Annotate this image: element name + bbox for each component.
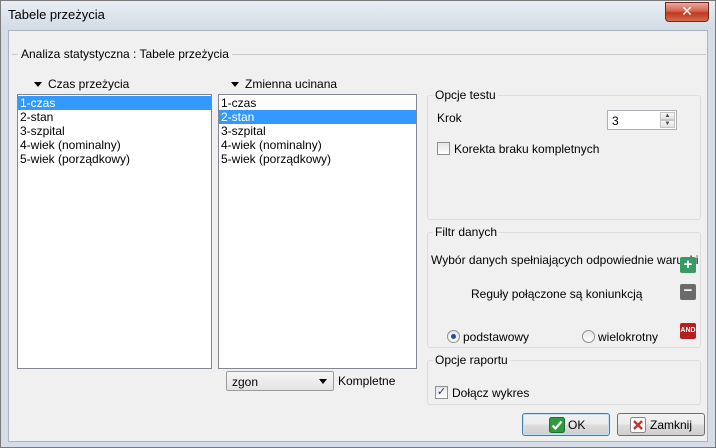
list-item[interactable]: 2-stan <box>18 110 211 124</box>
title-bar[interactable]: Tabele przeżycia ✕ <box>1 1 715 29</box>
chevron-down-icon <box>319 379 327 384</box>
ok-button[interactable]: OK <box>522 413 610 436</box>
spin-up-icon[interactable]: ▲ <box>660 112 675 120</box>
main-group-title: Analiza statystyczna : Tabele przeżycia <box>18 47 232 61</box>
collapse-triangle-icon <box>34 82 42 88</box>
censor-value: zgon <box>232 375 259 389</box>
rules-conjunction-label: Reguły połączone są koniunkcją <box>471 287 643 301</box>
filter-condition-label: Wybór danych spełniających odpowiednie w… <box>431 253 699 267</box>
data-filter-title: Filtr danych <box>433 225 500 239</box>
list-item[interactable]: 5-wiek (porządkowy) <box>18 152 211 166</box>
close-icon <box>630 417 646 433</box>
list-item[interactable]: 2-stan <box>219 110 416 124</box>
report-options-title: Opcje raportu <box>433 353 510 367</box>
list-item[interactable]: 1-czas <box>18 96 211 110</box>
censor-variable-listbox[interactable]: 1-czas 2-stan 3-szpital 4-wiek (nominaln… <box>218 94 417 369</box>
correction-label: Korekta braku kompletnych <box>454 142 600 156</box>
step-value: 3 <box>612 114 619 128</box>
window-title: Tabele przeżycia <box>8 7 105 22</box>
censor-list-label[interactable]: Zmienna ucinana <box>231 77 337 91</box>
dialog-window: Tabele przeżycia ✕ Analiza statystyczna … <box>0 0 716 448</box>
list-item[interactable]: 4-wiek (nominalny) <box>18 138 211 152</box>
ok-button-label: OK <box>568 418 586 432</box>
attach-chart-label: Dołącz wykres <box>452 386 530 400</box>
add-filter-icon[interactable]: + <box>680 257 696 273</box>
test-options-title: Opcje testu <box>433 88 498 102</box>
list-item[interactable]: 4-wiek (nominalny) <box>219 138 416 152</box>
close-icon: ✕ <box>681 3 693 19</box>
list-item[interactable]: 1-czas <box>219 96 416 110</box>
check-icon <box>549 417 565 433</box>
correction-checkbox[interactable] <box>437 142 450 155</box>
dialog-client-area: Analiza statystyczna : Tabele przeżycia … <box>8 30 708 442</box>
remove-filter-icon[interactable]: − <box>680 283 696 300</box>
list-item[interactable]: 5-wiek (porządkowy) <box>219 152 416 166</box>
close-button-label: Zamknij <box>650 418 693 432</box>
step-label: Krok <box>437 111 462 125</box>
and-logic-icon[interactable]: AND <box>680 323 696 339</box>
survival-list-label[interactable]: Czas przeżycia <box>34 77 129 91</box>
radio-basic-label: podstawowy <box>463 330 530 344</box>
radio-basic[interactable] <box>447 330 460 343</box>
complete-label: Kompletne <box>338 374 396 388</box>
close-button[interactable]: Zamknij <box>617 413 705 436</box>
window-close-button[interactable]: ✕ <box>665 2 709 22</box>
list-item[interactable]: 3-szpital <box>18 124 211 138</box>
attach-chart-checkbox[interactable]: ✓ <box>435 386 448 399</box>
step-spinner[interactable]: 3 ▲ ▼ <box>607 110 677 130</box>
radio-multiple[interactable] <box>582 330 595 343</box>
list-item[interactable]: 3-szpital <box>219 124 416 138</box>
spin-down-icon[interactable]: ▼ <box>660 120 675 128</box>
survival-time-listbox[interactable]: 1-czas 2-stan 3-szpital 4-wiek (nominaln… <box>17 94 212 369</box>
censor-value-select[interactable]: zgon <box>226 371 334 391</box>
radio-multiple-label: wielokrotny <box>598 330 659 344</box>
collapse-triangle-icon <box>231 82 239 88</box>
